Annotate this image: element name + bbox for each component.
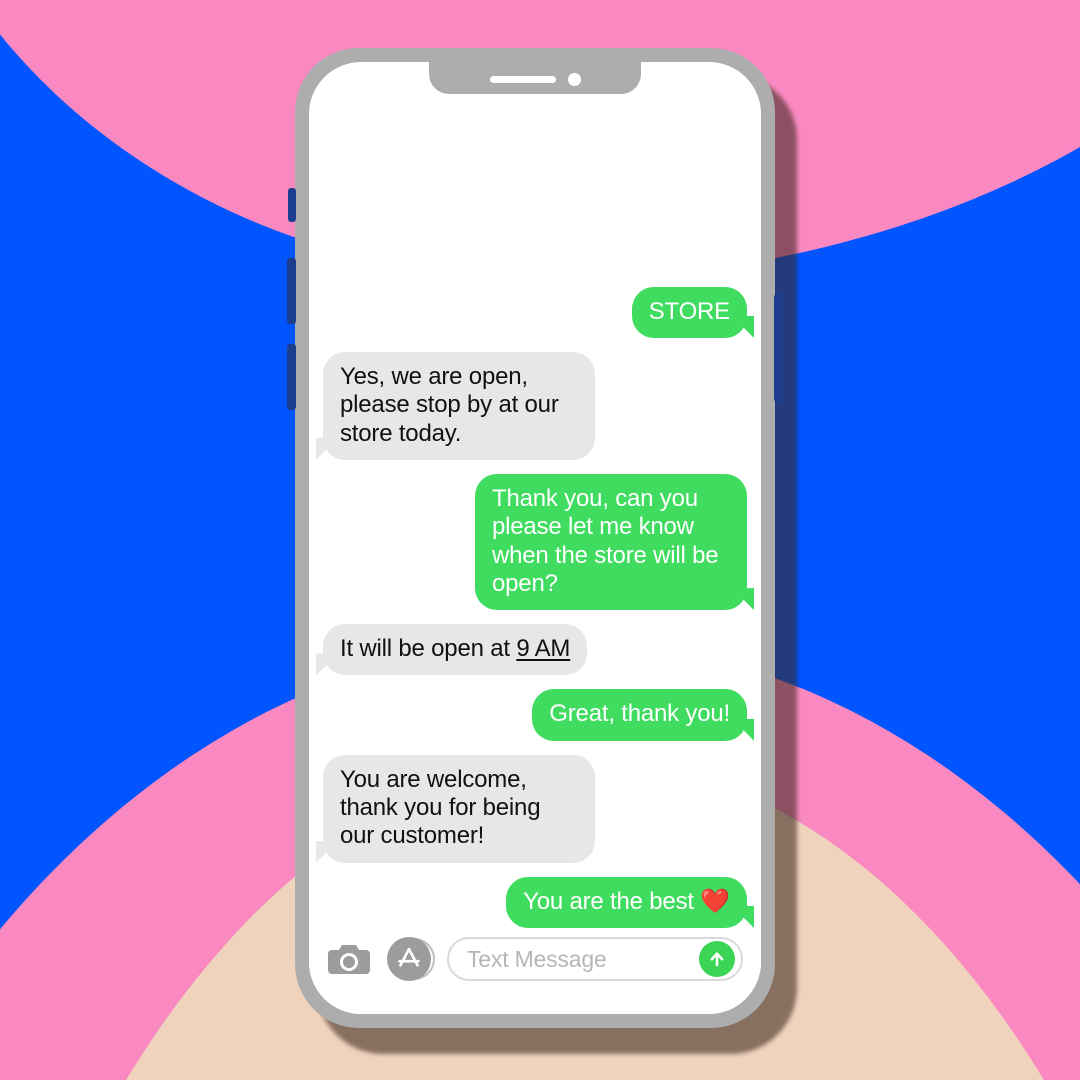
- text-message-placeholder: Text Message: [467, 945, 607, 972]
- volume-up-button[interactable]: [287, 258, 296, 324]
- power-button[interactable]: [774, 294, 783, 402]
- message-row: Yes, we are open, please stop by at our …: [311, 351, 747, 461]
- message-row: Great, thank you!: [323, 689, 759, 743]
- message-bubble-outgoing[interactable]: Great, thank you!: [532, 689, 759, 743]
- message-row: It will be open at 9 AM: [310, 624, 747, 677]
- message-bubble-outgoing[interactable]: STORE: [631, 286, 760, 340]
- front-camera-icon: [567, 72, 581, 86]
- red-heart-emoji: ❤️: [700, 887, 730, 915]
- message-text-field[interactable]: Text Message: [447, 937, 743, 981]
- message-input-bar: Text Message: [309, 928, 761, 1014]
- send-button[interactable]: [699, 941, 735, 977]
- app-store-circle: [387, 937, 431, 981]
- camera-icon: [328, 945, 370, 974]
- message-row: You are welcome, thank you for being our…: [311, 754, 747, 864]
- phone-notch: [429, 62, 641, 94]
- message-thread[interactable]: STORE Yes, we are open, please stop by a…: [309, 94, 761, 930]
- app-store-icon: [398, 947, 420, 967]
- message-bubble-outgoing[interactable]: You are the best ❤️: [506, 876, 759, 930]
- message-row: STORE: [323, 286, 760, 340]
- message-bubble-outgoing[interactable]: Thank you, can you please let me know wh…: [475, 473, 759, 612]
- phone-screen: STORE Yes, we are open, please stop by a…: [309, 62, 761, 1014]
- message-bubble-incoming[interactable]: It will be open at 9 AM: [310, 624, 588, 677]
- poster-canvas: STORE Yes, we are open, please stop by a…: [0, 0, 1080, 1080]
- earpiece-speaker-icon: [489, 75, 556, 83]
- send-arrow-up-icon: [710, 952, 724, 967]
- smartphone-mockup: STORE Yes, we are open, please stop by a…: [287, 48, 797, 1054]
- message-bubble-incoming[interactable]: Yes, we are open, please stop by at our …: [311, 351, 595, 461]
- phone-frame: STORE Yes, we are open, please stop by a…: [287, 48, 783, 1028]
- time-link[interactable]: 9 AM: [516, 635, 570, 662]
- camera-button[interactable]: [327, 941, 371, 977]
- message-bubble-incoming[interactable]: You are welcome, thank you for being our…: [311, 754, 595, 864]
- app-store-button[interactable]: [387, 937, 435, 981]
- message-row: You are the best ❤️: [323, 876, 759, 930]
- mute-switch-button[interactable]: [288, 188, 296, 222]
- message-text: You are the best: [523, 887, 701, 915]
- message-row: Thank you, can you please let me know wh…: [323, 473, 759, 612]
- message-text: It will be open at: [340, 635, 517, 663]
- volume-down-button[interactable]: [287, 344, 296, 410]
